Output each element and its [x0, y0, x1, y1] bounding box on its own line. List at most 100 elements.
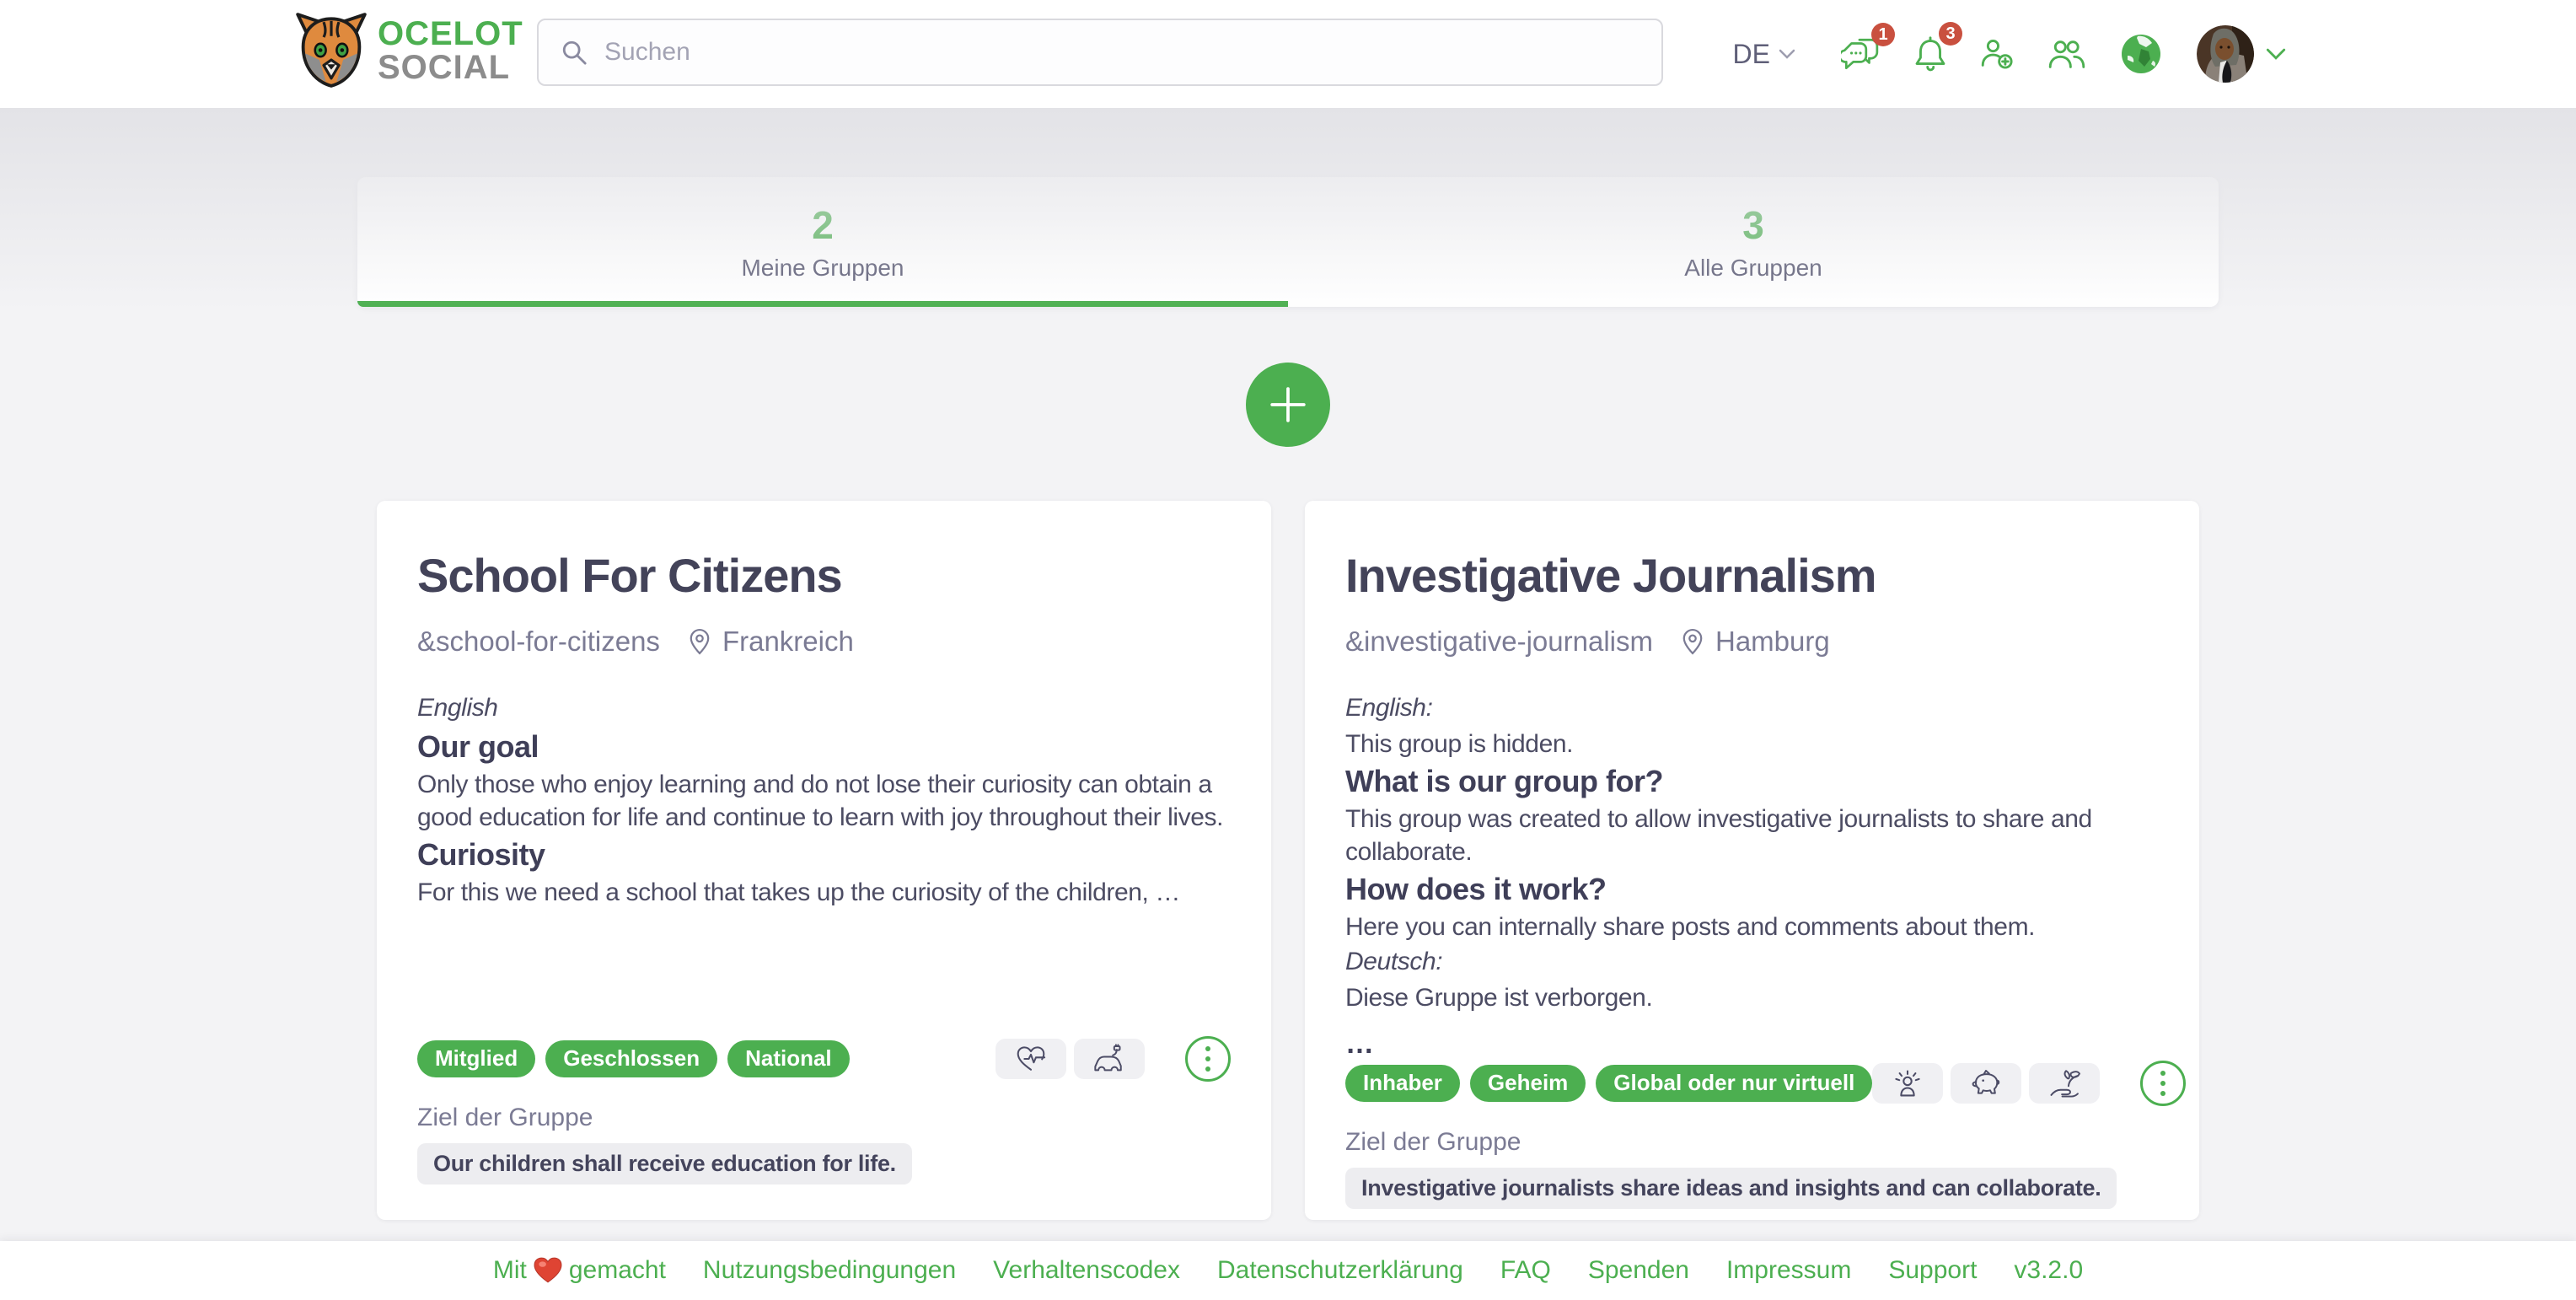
brand-logo[interactable]: OCELOT SOCIAL — [293, 10, 523, 90]
description-truncation: … — [1345, 1028, 2159, 1061]
add-user-button[interactable] — [1981, 37, 2015, 71]
dots-vertical-icon — [2159, 1070, 2167, 1097]
language-selector[interactable]: DE — [1733, 39, 1795, 70]
goal-label: Ziel der Gruppe — [1345, 1128, 2159, 1157]
card-footer: Inhaber Geheim Global oder nur virtuell — [1345, 1061, 2159, 1209]
description-paragraph: Here you can internally share posts and … — [1345, 911, 2159, 943]
category-icons — [996, 1039, 1145, 1079]
piggy-bank-icon — [1951, 1063, 2021, 1104]
description-paragraph: Only those who enjoy learning and do not… — [417, 768, 1231, 834]
brand-line2: SOCIAL — [378, 51, 523, 84]
all-groups-label: Alle Gruppen — [1684, 255, 1822, 282]
search-bar — [537, 19, 1663, 86]
description-heading: What is our group for? — [1345, 762, 2159, 801]
chevron-down-icon — [2266, 48, 2286, 60]
badge-scope: Global oder nur virtuell — [1596, 1065, 1872, 1101]
header-actions: DE 1 3 — [1733, 0, 2286, 108]
group-location: Hamburg — [1715, 626, 1830, 658]
description-heading: How does it work? — [1345, 870, 2159, 909]
plus-icon — [1269, 385, 1307, 424]
brand-line1: OCELOT — [378, 17, 523, 51]
badge-membership: Inhaber — [1345, 1065, 1460, 1101]
person-rays-icon — [1872, 1063, 1943, 1104]
chat-badge: 1 — [1871, 23, 1895, 46]
header: OCELOT SOCIAL DE 1 — [0, 0, 2576, 108]
tab-my-groups[interactable]: 2 Meine Gruppen — [357, 177, 1288, 307]
my-groups-count: 2 — [812, 202, 834, 248]
description-heading: Curiosity — [417, 835, 1231, 874]
badge-membership: Mitglied — [417, 1040, 535, 1077]
my-groups-label: Meine Gruppen — [741, 255, 904, 282]
group-description: English Our goal Only those who enjoy le… — [417, 691, 1231, 911]
notifications-badge: 3 — [1939, 22, 1962, 46]
group-goal: Our children shall receive education for… — [417, 1143, 912, 1185]
dots-vertical-icon — [1204, 1045, 1212, 1072]
badge-scope: National — [727, 1040, 850, 1077]
group-meta: &school-for-citizens Frankreich — [417, 626, 1231, 658]
group-card-investigative-journalism: Investigative Journalism &investigative-… — [1305, 501, 2199, 1220]
description-paragraph: Diese Gruppe ist verborgen. — [1345, 981, 2159, 1014]
group-menu-button[interactable] — [2140, 1061, 2186, 1106]
electric-car-icon — [1074, 1039, 1145, 1079]
description-language: English: — [1345, 691, 2159, 724]
card-footer: Mitglied Geschlossen National — [417, 1036, 1231, 1185]
active-tab-indicator — [357, 301, 1288, 307]
globe-icon — [2119, 32, 2163, 76]
goal-label: Ziel der Gruppe — [417, 1104, 1231, 1132]
search-input[interactable] — [604, 38, 1640, 67]
users-icon — [2048, 39, 2085, 69]
footer-link-privacy[interactable]: Datenschutzerklärung — [1217, 1256, 1463, 1285]
location-pin-icon — [689, 628, 711, 655]
user-menu[interactable] — [2197, 25, 2286, 83]
group-slug: &school-for-citizens — [417, 626, 660, 658]
description-language: English — [417, 691, 1231, 724]
heart-icon — [534, 1257, 562, 1284]
description-heading: Our goal — [417, 728, 1231, 766]
group-title[interactable]: Investigative Journalism — [1345, 550, 2159, 602]
search-icon — [561, 39, 588, 66]
footer-link-made-with-love[interactable]: Mit gemacht — [493, 1256, 666, 1285]
tab-all-groups[interactable]: 3 Alle Gruppen — [1288, 177, 2219, 307]
language-code: DE — [1733, 39, 1770, 70]
footer-link-imprint[interactable]: Impressum — [1726, 1256, 1851, 1285]
group-menu-button[interactable] — [1185, 1036, 1231, 1082]
groups-button[interactable] — [2048, 39, 2085, 69]
group-title[interactable]: School For Citizens — [417, 550, 1231, 602]
footer-link-code-of-conduct[interactable]: Verhaltenscodex — [993, 1256, 1180, 1285]
chat-button[interactable]: 1 — [1841, 36, 1880, 72]
group-goal: Investigative journalists share ideas an… — [1345, 1168, 2117, 1209]
footer-link-donate[interactable]: Spenden — [1588, 1256, 1689, 1285]
group-card-school-for-citizens: School For Citizens &school-for-citizens… — [377, 501, 1271, 1220]
footer-link-terms[interactable]: Nutzungsbedingungen — [703, 1256, 956, 1285]
footer-link-faq[interactable]: FAQ — [1500, 1256, 1551, 1285]
chevron-down-icon — [1779, 49, 1795, 59]
category-icons — [1872, 1063, 2100, 1104]
group-cards: School For Citizens &school-for-citizens… — [377, 501, 2199, 1220]
add-user-icon — [1981, 37, 2015, 71]
brand-wordmark: OCELOT SOCIAL — [378, 17, 523, 84]
description-language: Deutsch: — [1345, 945, 2159, 978]
group-description: English: This group is hidden. What is o… — [1345, 691, 2159, 1061]
footer-link-support[interactable]: Support — [1888, 1256, 1977, 1285]
map-button[interactable] — [2119, 32, 2163, 76]
group-meta: &investigative-journalism Hamburg — [1345, 626, 2159, 658]
description-paragraph: This group was created to allow investig… — [1345, 803, 2159, 868]
made-prefix: Mit — [493, 1256, 527, 1285]
hand-leaves-icon — [2029, 1063, 2100, 1104]
main-content: 2 Meine Gruppen 3 Alle Gruppen School Fo… — [0, 108, 2576, 1220]
badge-visibility: Geheim — [1470, 1065, 1586, 1101]
avatar — [2197, 25, 2254, 83]
group-slug: &investigative-journalism — [1345, 626, 1653, 658]
badge-visibility: Geschlossen — [545, 1040, 717, 1077]
notifications-button[interactable]: 3 — [1913, 35, 1947, 73]
footer-version[interactable]: v3.2.0 — [2014, 1256, 2083, 1285]
location-pin-icon — [1682, 628, 1704, 655]
group-badges: Inhaber Geheim Global oder nur virtuell — [1345, 1065, 1872, 1101]
made-suffix: gemacht — [569, 1256, 666, 1285]
heart-pulse-icon — [996, 1039, 1066, 1079]
create-group-button[interactable] — [1246, 363, 1330, 447]
footer: Mit gemacht Nutzungsbedingungen Verhalte… — [0, 1241, 2576, 1300]
group-location: Frankreich — [722, 626, 854, 658]
description-paragraph: This group is hidden. — [1345, 728, 2159, 760]
tab-bar: 2 Meine Gruppen 3 Alle Gruppen — [357, 177, 2219, 307]
